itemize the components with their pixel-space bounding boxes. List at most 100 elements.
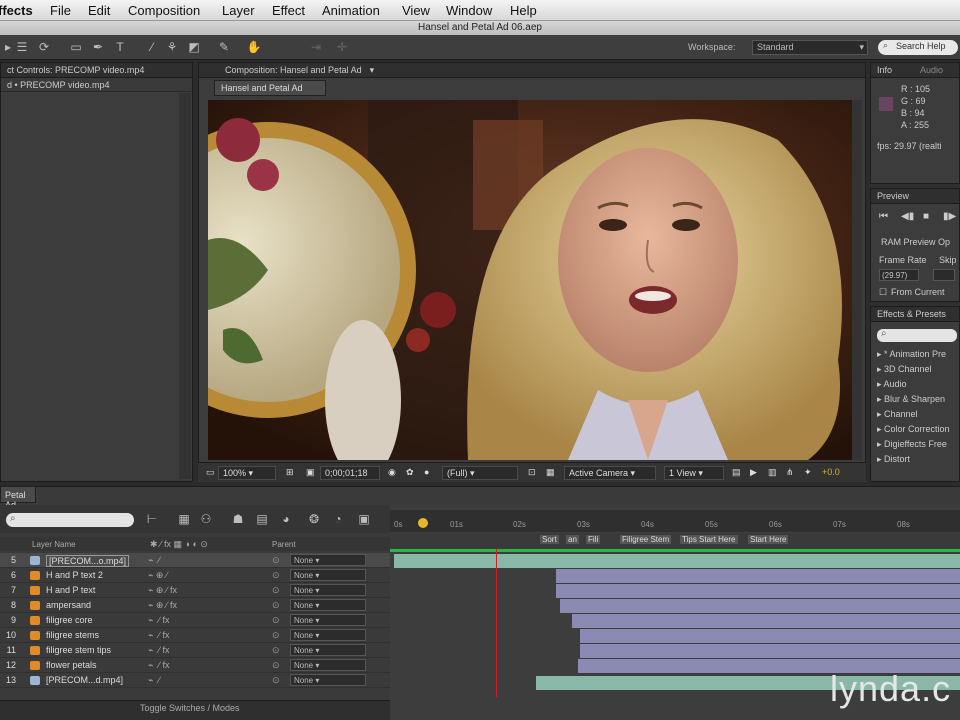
menu-file[interactable]: File [50, 3, 71, 18]
marker[interactable]: Fili [586, 535, 601, 544]
fast-preview-icon[interactable]: ▶ [746, 466, 760, 480]
menu-app[interactable]: ffects [0, 3, 33, 18]
skip-field[interactable] [933, 269, 955, 281]
composition-tab[interactable]: Composition: Hansel and Petal Ad ▾ [199, 63, 865, 78]
eraser-tool-icon[interactable]: ◩ [186, 39, 202, 55]
axis-tool-icon[interactable]: ⇥ [308, 39, 324, 55]
camera-select[interactable]: Active Camera ▾ [564, 466, 656, 480]
hand-tool-icon[interactable]: ☰ [14, 39, 30, 55]
menu-composition[interactable]: Composition [128, 3, 200, 18]
layer-name[interactable]: filigree core [46, 615, 93, 625]
marker[interactable]: an [566, 535, 579, 544]
effects-presets-tab[interactable]: Effects & Presets [871, 307, 959, 322]
rectangle-tool-icon[interactable]: ▭ [68, 39, 84, 55]
auto-keyframe-icon[interactable]: ◔ [330, 511, 346, 527]
eye-icon[interactable]: ⊙ [272, 645, 280, 656]
text-tool-icon[interactable]: T [112, 39, 128, 55]
puppet-tool-icon[interactable]: ✋ [246, 39, 262, 55]
composition-scrollbar[interactable] [852, 100, 862, 460]
parent-select[interactable]: None ▾ [290, 554, 366, 566]
parent-select[interactable]: None ▾ [290, 644, 366, 656]
layer-row[interactable]: 13 [PRECOM...d.mp4] ⌁ ∕ ⊙ None ▾ [0, 673, 390, 688]
layer-bar[interactable] [394, 554, 960, 568]
layer-name[interactable]: [PRECOM...d.mp4] [46, 675, 123, 685]
effects-item[interactable]: ▸ Digieffects Free [877, 439, 947, 450]
workspace-select[interactable]: Standard ▾ [752, 40, 868, 55]
color-channel-icon[interactable]: ● [420, 466, 434, 480]
layer-bar[interactable] [580, 644, 960, 658]
effects-item[interactable]: ▸ Channel [877, 409, 918, 420]
layer-switches[interactable]: ⌁ ⊕ ∕ fx [148, 600, 208, 611]
always-preview-icon[interactable]: ▭ [202, 466, 216, 480]
parent-select[interactable]: None ▾ [290, 674, 366, 686]
tab-audio[interactable]: Audio [920, 65, 943, 75]
clone-tool-icon[interactable]: ⚘ [164, 39, 180, 55]
grid-icon[interactable]: ⊞ [282, 466, 296, 480]
layer-switches[interactable]: ⌁ ∕ fx [148, 660, 208, 671]
timeline-icon[interactable]: ▥ [764, 466, 778, 480]
timeline-search-input[interactable]: ⌕ [6, 513, 134, 527]
eye-icon[interactable]: ⊙ [272, 675, 280, 686]
play-pause-icon[interactable]: ■ [923, 211, 929, 222]
menu-window[interactable]: Window [446, 3, 492, 18]
camera-snapshot-icon[interactable]: ◉ [384, 466, 398, 480]
view-layout-select[interactable]: 1 View ▾ [664, 466, 724, 480]
layer-row[interactable]: 5 [PRECOM...o.mp4] ⌁ ∕ ⊙ None ▾ [0, 553, 390, 568]
hide-shy-layers-icon[interactable]: ☗ [230, 511, 246, 527]
layer-name[interactable]: H and P text [46, 585, 95, 595]
eye-icon[interactable]: ⊙ [272, 600, 280, 611]
work-area-bar[interactable] [390, 549, 960, 552]
menu-view[interactable]: View [402, 3, 430, 18]
layer-row[interactable]: 6 H and P text 2 ⌁ ⊕ ∕ ⊙ None ▾ [0, 568, 390, 583]
effect-controls-tab[interactable]: ct Controls: PRECOMP video.mp4 [1, 63, 192, 78]
layer-switches[interactable]: ⌁ ∕ fx [148, 645, 208, 656]
parent-select[interactable]: None ▾ [290, 569, 366, 581]
layer-bar[interactable] [572, 614, 960, 628]
parent-select[interactable]: None ▾ [290, 659, 366, 671]
layer-row[interactable]: 9 filigree core ⌁ ∕ fx ⊙ None ▾ [0, 613, 390, 628]
from-current-checkbox[interactable]: ☐ [879, 287, 887, 298]
menu-effect[interactable]: Effect [272, 3, 305, 18]
eye-icon[interactable]: ⊙ [272, 570, 280, 581]
first-frame-icon[interactable]: ⏮ [879, 211, 888, 222]
eye-icon[interactable]: ⊙ [272, 630, 280, 641]
exposure-value[interactable]: +0.0 [818, 466, 852, 480]
effect-controls-scrollbar[interactable] [179, 93, 191, 479]
layer-name[interactable]: [PRECOM...o.mp4] [46, 555, 130, 567]
time-ruler[interactable]: 0s 01s 02s 03s 04s 05s 06s 07s 08s [390, 510, 960, 532]
frame-rate-select[interactable]: (29.97) [879, 269, 919, 281]
layer-bar[interactable] [556, 584, 960, 598]
brainstorm-icon[interactable]: ❂ [306, 511, 322, 527]
layer-switches[interactable]: ⌁ ∕ [148, 555, 208, 566]
composition-sub-tab[interactable]: Hansel and Petal Ad [214, 80, 326, 96]
marker[interactable]: Tips Start Here [680, 535, 738, 544]
layer-switches[interactable]: ⌁ ⊕ ∕ fx [148, 585, 208, 596]
layer-row[interactable]: 12 flower petals ⌁ ∕ fx ⊙ None ▾ [0, 658, 390, 673]
layer-bar[interactable] [556, 569, 960, 583]
layer-row[interactable]: 7 H and P text ⌁ ⊕ ∕ fx ⊙ None ▾ [0, 583, 390, 598]
layer-name[interactable]: H and P text 2 [46, 570, 103, 580]
layer-name[interactable]: ampersand [46, 600, 91, 610]
marker[interactable]: Sort [540, 535, 559, 544]
effects-item[interactable]: ▸ Distort [877, 454, 910, 465]
eye-icon[interactable]: ⊙ [272, 585, 280, 596]
marker[interactable]: Filigree Stem [620, 535, 672, 544]
menu-help[interactable]: Help [510, 3, 537, 18]
layer-row[interactable]: 10 filigree stems ⌁ ∕ fx ⊙ None ▾ [0, 628, 390, 643]
parent-select[interactable]: None ▾ [290, 599, 366, 611]
playhead[interactable] [496, 549, 497, 697]
region-of-interest-icon[interactable]: ⊡ [524, 466, 538, 480]
effects-item[interactable]: ▸ Blur & Sharpen [877, 394, 945, 405]
ram-preview-options[interactable]: RAM Preview Op [881, 237, 950, 247]
channel-icon[interactable]: ✿ [402, 466, 416, 480]
comp-mini-flowchart-icon[interactable]: ⊢ [144, 511, 160, 527]
layer-name-header[interactable]: Layer Name [32, 540, 76, 549]
effects-search-input[interactable]: ⌕ [877, 328, 957, 342]
marker[interactable]: Start Here [748, 535, 789, 544]
brush-tool-icon[interactable]: ⁄ [144, 39, 160, 55]
layer-switches[interactable]: ⌁ ∕ fx [148, 630, 208, 641]
parent-select[interactable]: None ▾ [290, 629, 366, 641]
eye-icon[interactable]: ⊙ [272, 555, 280, 566]
reset-exposure-icon[interactable]: ✦ [800, 466, 814, 480]
frame-blending-icon[interactable]: ▤ [254, 511, 270, 527]
